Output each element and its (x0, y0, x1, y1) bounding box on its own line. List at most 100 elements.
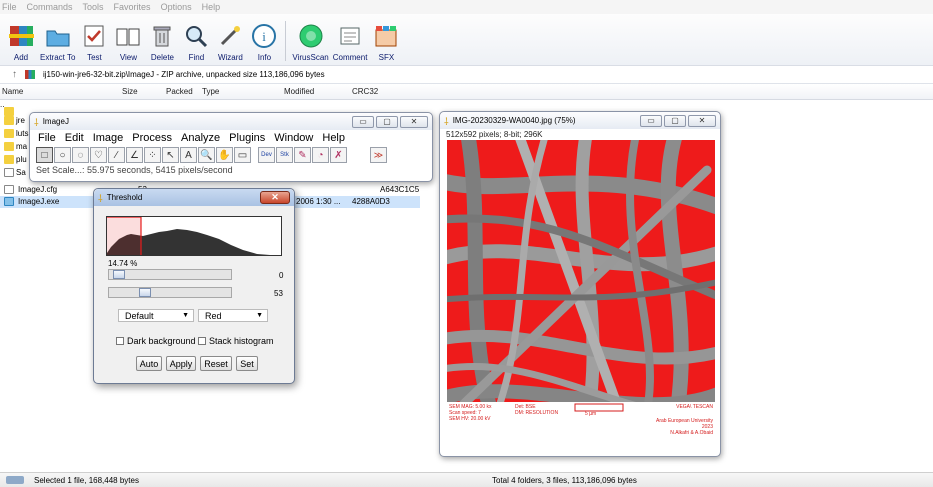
apply-button[interactable]: Apply (166, 356, 196, 371)
folder-icon (4, 142, 14, 151)
sem-image-canvas[interactable]: SEM MAG: 5.00 kx Scan speed: 7 SEM HV: 2… (447, 140, 715, 451)
menu-help[interactable]: Help (202, 2, 221, 12)
checkbox-box[interactable] (116, 337, 124, 345)
sfx-button[interactable]: SFX (371, 15, 401, 65)
hand-tool-icon[interactable]: ✋ (216, 147, 233, 163)
add-button[interactable]: Add (6, 15, 36, 65)
text-tool-icon[interactable]: A (180, 147, 197, 163)
comment-icon (335, 21, 365, 51)
ij-menu-process[interactable]: Process (132, 132, 172, 144)
min-slider-thumb[interactable] (113, 270, 125, 279)
threshold-close-button[interactable]: ✕ (260, 191, 290, 204)
max-slider-thumb[interactable] (139, 288, 151, 297)
maximize-button[interactable]: ▢ (376, 115, 398, 128)
maximize-button[interactable]: ▢ (664, 114, 686, 127)
exe-file-icon (4, 197, 14, 206)
max-threshold-slider[interactable] (108, 287, 232, 298)
add-archive-icon (6, 21, 36, 51)
extract-folder-icon (43, 21, 73, 51)
toolbar-separator (285, 21, 287, 61)
info-button[interactable]: i Info (249, 15, 279, 65)
virus-scan-icon (296, 21, 326, 51)
brush-tool-icon[interactable]: ✎ (294, 147, 311, 163)
min-threshold-slider[interactable] (108, 269, 232, 280)
test-button[interactable]: Test (79, 15, 109, 65)
ij-menu-file[interactable]: File (38, 132, 56, 144)
ij-menu-image[interactable]: Image (93, 132, 124, 144)
sem-info-right: VEGA\ TESCAN Arab European University 20… (656, 404, 713, 436)
minimize-button[interactable]: ▭ (640, 114, 662, 127)
chevron-down-icon: ▼ (256, 312, 263, 319)
image-title: IMG-20230329-WA0040.jpg (75%) (452, 116, 576, 125)
column-type[interactable]: Type (202, 87, 219, 96)
column-crc32[interactable]: CRC32 (352, 87, 378, 96)
close-button[interactable]: ✕ (688, 114, 716, 127)
up-arrow-icon[interactable]: ↑ (12, 69, 17, 80)
test-icon (79, 21, 109, 51)
extract-to-button[interactable]: Extract To (40, 15, 75, 65)
delete-button[interactable]: Delete (147, 15, 177, 65)
chevron-down-icon: ▼ (182, 312, 189, 319)
menu-commands[interactable]: Commands (27, 2, 73, 12)
dev-tool-icon[interactable]: Dev (258, 147, 275, 163)
find-button[interactable]: Find (181, 15, 211, 65)
stack-histogram-checkbox[interactable]: Stack histogram (198, 336, 274, 346)
angle-tool-icon[interactable]: ∠ (126, 147, 143, 163)
oval-tool-icon[interactable]: ○ (54, 147, 71, 163)
menu-options[interactable]: Options (161, 2, 192, 12)
comment-button[interactable]: Comment (333, 15, 367, 65)
wand-icon (215, 21, 245, 51)
set-button[interactable]: Set (236, 356, 258, 371)
minimize-button[interactable]: ▭ (352, 115, 374, 128)
close-button[interactable]: ✕ (400, 115, 428, 128)
ij-menu-window[interactable]: Window (274, 132, 313, 144)
ij-menu-help[interactable]: Help (322, 132, 345, 144)
checkbox-box[interactable] (198, 337, 206, 345)
status-total: Total 4 folders, 3 files, 113,186,096 by… (492, 475, 637, 485)
method-select[interactable]: Default ▼ (118, 309, 194, 322)
auto-button[interactable]: Auto (136, 356, 162, 371)
column-packed[interactable]: Packed (166, 87, 193, 96)
column-modified[interactable]: Modified (284, 87, 314, 96)
rectangle-tool-icon[interactable]: □ (36, 147, 53, 163)
zoom-tool-icon[interactable]: 🔍 (198, 147, 215, 163)
more-tools-icon[interactable]: ≫ (370, 147, 387, 163)
folder-icon (4, 129, 14, 138)
polygon-tool-icon[interactable]: ◌ (72, 147, 89, 163)
column-size[interactable]: Size (122, 87, 138, 96)
winrar-status-bar: Selected 1 file, 168,448 bytes Total 4 f… (0, 472, 933, 487)
ij-menu-plugins[interactable]: Plugins (229, 132, 265, 144)
virusscan-button[interactable]: VirusScan (292, 15, 329, 65)
menu-favorites[interactable]: Favorites (114, 2, 151, 12)
wizard-button[interactable]: Wizard (215, 15, 245, 65)
column-name[interactable]: Name (2, 87, 23, 96)
archive-path-text: ij150-win-jre6-32-bit.zip\ImageJ - ZIP a… (43, 70, 325, 79)
file-icon (4, 168, 14, 177)
stk-tool-icon[interactable]: Stk (276, 147, 293, 163)
magnifier-icon (181, 21, 211, 51)
menu-file[interactable]: File (2, 2, 17, 12)
display-select[interactable]: Red ▼ (198, 309, 268, 322)
ij-menu-edit[interactable]: Edit (65, 132, 84, 144)
dropper-tool-icon[interactable]: ▭ (234, 147, 251, 163)
ij-menu-analyze[interactable]: Analyze (181, 132, 220, 144)
line-tool-icon[interactable]: ∕ (108, 147, 125, 163)
view-button[interactable]: View (113, 15, 143, 65)
wand-tool-icon[interactable]: ↖ (162, 147, 179, 163)
threshold-titlebar[interactable]: ⸸ Threshold ✕ (94, 189, 294, 206)
threshold-title: Threshold (106, 193, 143, 202)
freehand-tool-icon[interactable]: ♡ (90, 147, 107, 163)
image-info: 512x592 pixels; 8-bit; 296K (446, 130, 543, 139)
sem-scale-bar-label: 5 µm (585, 411, 597, 417)
lut-tool-icon[interactable]: ◔ (312, 147, 329, 163)
reset-button[interactable]: Reset (200, 356, 232, 371)
menu-tools[interactable]: Tools (83, 2, 104, 12)
max-threshold-value: 53 (274, 289, 283, 298)
point-tool-icon[interactable]: ⁘ (144, 147, 161, 163)
pencil-tool-icon[interactable]: ✗ (330, 147, 347, 163)
dark-background-checkbox[interactable]: Dark background (116, 336, 196, 346)
image-titlebar[interactable]: ⸸ IMG-20230329-WA0040.jpg (75%) ▭ ▢ ✕ (440, 112, 720, 129)
histogram-graph (107, 217, 270, 255)
status-selected: Selected 1 file, 168,448 bytes (34, 475, 139, 485)
imagej-titlebar[interactable]: ⸸ ImageJ ▭ ▢ ✕ (30, 113, 432, 130)
